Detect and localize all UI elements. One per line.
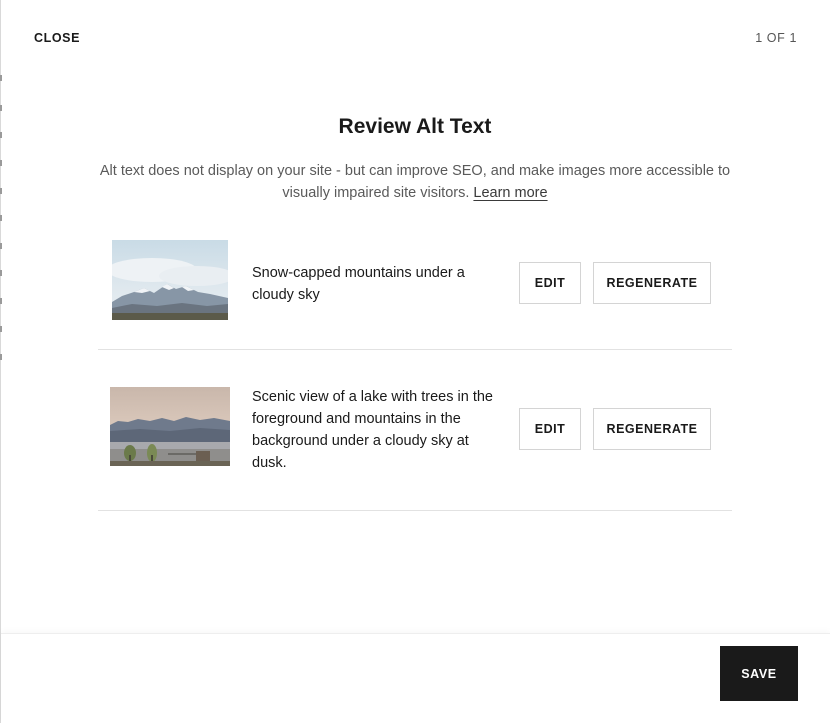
alt-text-item: Scenic view of a lake with trees in the … bbox=[98, 350, 732, 511]
page-counter: 1 OF 1 bbox=[755, 31, 797, 45]
edit-button[interactable]: EDIT bbox=[519, 408, 581, 450]
close-button[interactable]: CLOSE bbox=[34, 31, 80, 45]
image-thumbnail bbox=[110, 387, 230, 466]
regenerate-button[interactable]: REGENERATE bbox=[593, 262, 711, 304]
learn-more-link[interactable]: Learn more bbox=[473, 185, 547, 201]
regenerate-button[interactable]: REGENERATE bbox=[593, 408, 711, 450]
alt-text-description: Snow-capped mountains under a cloudy sky bbox=[252, 265, 465, 303]
edit-button[interactable]: EDIT bbox=[519, 262, 581, 304]
alt-text-description: Scenic view of a lake with trees in the … bbox=[252, 389, 493, 471]
dialog-description: Alt text does not display on your site -… bbox=[98, 160, 732, 204]
lake-thumbnail-image bbox=[110, 387, 230, 466]
dialog-footer: SAVE bbox=[1, 633, 830, 723]
save-button[interactable]: SAVE bbox=[720, 646, 798, 701]
description-text: Alt text does not display on your site -… bbox=[99, 163, 731, 201]
dialog-title: Review Alt Text bbox=[338, 115, 492, 138]
alt-text-review-modal: CLOSE 1 OF 1 Review Alt Text Alt text do… bbox=[0, 0, 830, 723]
alt-text-item: Snow-capped mountains under a cloudy sky… bbox=[98, 228, 732, 350]
image-thumbnail bbox=[112, 240, 228, 320]
mountain-thumbnail-image bbox=[112, 240, 228, 320]
